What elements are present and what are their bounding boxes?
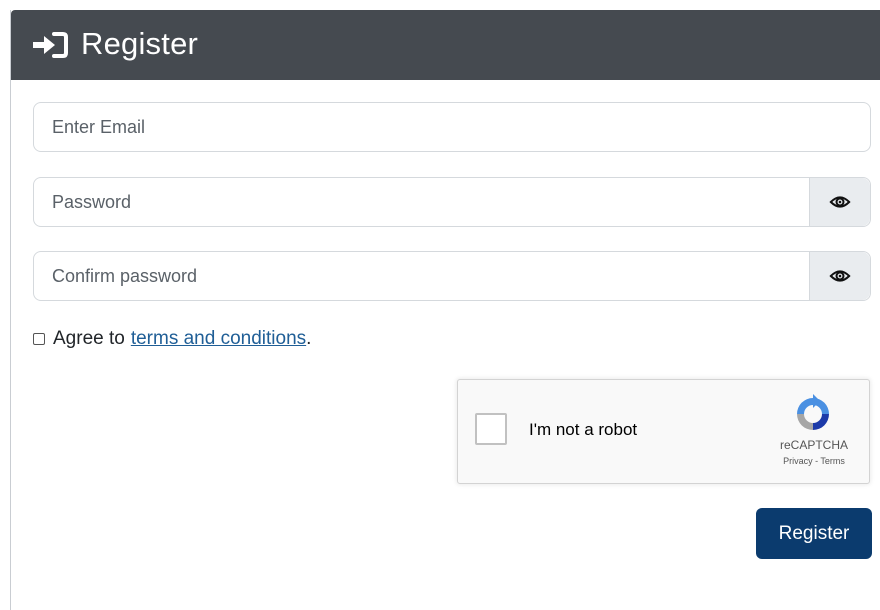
card-header: Register (11, 10, 880, 80)
password-input[interactable] (34, 178, 810, 226)
agree-terms-row: Agree to terms and conditions . (33, 326, 311, 352)
eye-icon (829, 270, 851, 282)
agree-terms-suffix: . (306, 328, 312, 349)
register-button[interactable]: Register (756, 508, 872, 559)
email-input[interactable] (34, 103, 870, 151)
register-card: Register Agree to terms and conditions (10, 10, 880, 610)
password-field (33, 177, 871, 227)
recaptcha-logo-icon (797, 394, 829, 430)
page-title: Register (81, 26, 199, 61)
toggle-password-visibility-button[interactable] (810, 178, 870, 226)
agree-terms-checkbox[interactable] (33, 333, 45, 345)
confirm-password-field (33, 251, 871, 301)
recaptcha-label: I'm not a robot (529, 420, 638, 439)
eye-icon (829, 196, 851, 208)
email-field (33, 102, 871, 152)
recaptcha-brand: reCAPTCHA (779, 438, 848, 452)
agree-terms-label: Agree to (53, 328, 125, 349)
terms-and-conditions-link[interactable]: terms and conditions (131, 326, 306, 352)
recaptcha-widget: I'm not a robot reCAPTCHA Privacy - Term… (457, 379, 870, 484)
recaptcha-privacy-terms-links[interactable]: Privacy - Terms (768, 456, 860, 466)
recaptcha-checkbox[interactable] (475, 413, 507, 445)
sign-in-icon (33, 32, 68, 58)
confirm-password-input[interactable] (34, 252, 810, 300)
toggle-confirm-password-visibility-button[interactable] (810, 252, 870, 300)
